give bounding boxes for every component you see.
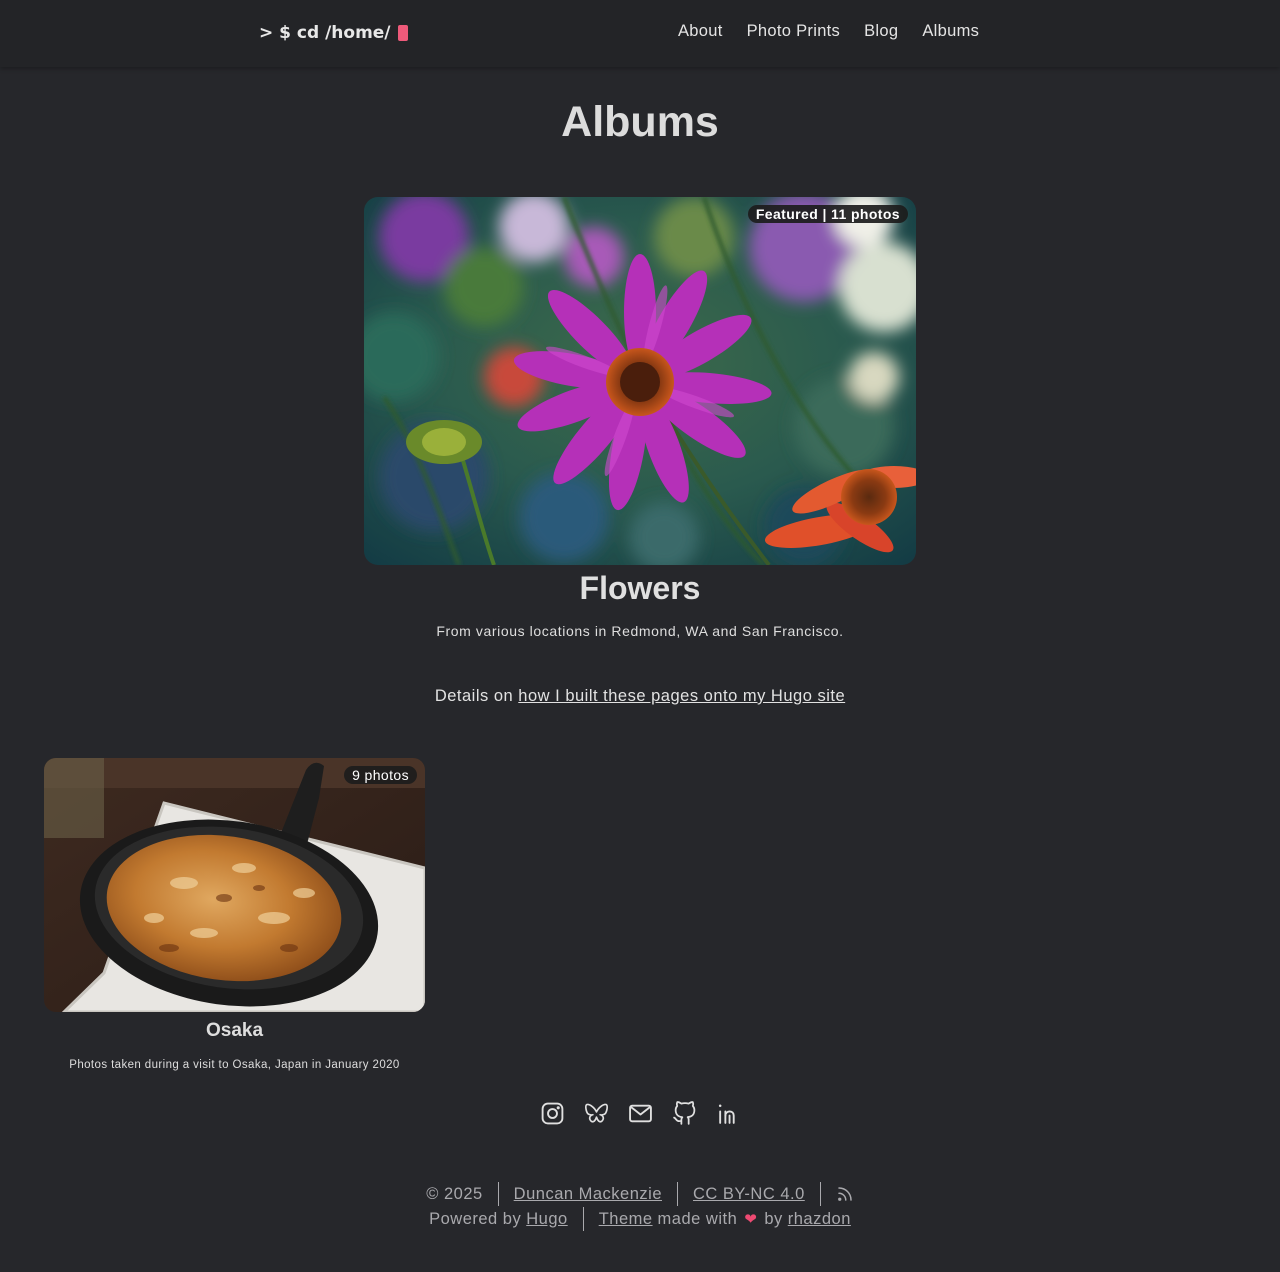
album-description-osaka: Photos taken during a visit to Osaka, Ja… (69, 1059, 400, 1071)
featured-album-title[interactable]: Flowers (0, 570, 1280, 607)
site-header: > $ cd /home/ About Photo Prints Blog Al… (0, 0, 1280, 67)
featured-album-description: From various locations in Redmond, WA an… (436, 623, 844, 639)
cursor-block-icon (397, 25, 408, 41)
social-links (540, 1101, 741, 1126)
footer-by: by (764, 1209, 783, 1228)
footer-credits-line: Powered by Hugo Theme made with ❤ by rha… (0, 1207, 1280, 1231)
album-title-osaka[interactable]: Osaka (44, 1020, 425, 1042)
linkedin-icon[interactable] (716, 1101, 741, 1126)
footer-hugo-link[interactable]: Hugo (526, 1210, 567, 1229)
footer-copyright-line: © 2025 Duncan Mackenzie CC BY-NC 4.0 (0, 1182, 1280, 1206)
featured-photo-count-badge: Featured | 11 photos (747, 205, 908, 223)
nav-link-about[interactable]: About (678, 22, 723, 41)
rss-icon[interactable] (836, 1185, 854, 1203)
album-card-osaka[interactable]: 9 photos (44, 758, 425, 1012)
footer-license-link[interactable]: CC BY-NC 4.0 (693, 1185, 805, 1204)
heart-icon: ❤ (744, 1211, 758, 1228)
footer-divider (677, 1182, 678, 1206)
details-prefix: Details on (434, 687, 514, 705)
bluesky-butterfly-icon[interactable] (584, 1101, 609, 1126)
details-link[interactable]: how I built these pages onto my Hugo sit… (518, 687, 845, 705)
nav-link-photo-prints[interactable]: Photo Prints (747, 22, 840, 41)
main-nav: About Photo Prints Blog Albums (678, 22, 979, 41)
footer-divider (582, 1207, 584, 1231)
footer-made-with: made with (657, 1209, 738, 1228)
flower-photo (364, 197, 916, 565)
featured-album-card[interactable]: Featured | 11 photos (364, 197, 916, 565)
footer-copyright: © 2025 (426, 1184, 483, 1203)
footer-theme-author-link[interactable]: rhazdon (788, 1210, 851, 1229)
details-text: Details on how I built these pages onto … (0, 687, 1280, 706)
footer-author-link[interactable]: Duncan Mackenzie (514, 1185, 662, 1204)
footer-powered-by: Powered by (429, 1209, 522, 1228)
osaka-photo (44, 758, 425, 1012)
github-icon[interactable] (672, 1101, 697, 1126)
page-title: Albums (561, 98, 719, 146)
album-photo-count-badge: 9 photos (344, 766, 417, 784)
footer-divider (497, 1182, 499, 1206)
logo-text: > $ cd /home/ (259, 23, 391, 43)
mail-icon[interactable] (628, 1101, 653, 1126)
nav-link-blog[interactable]: Blog (864, 22, 898, 41)
site-logo[interactable]: > $ cd /home/ (259, 21, 408, 45)
nav-link-albums[interactable]: Albums (922, 22, 979, 41)
footer-theme-link[interactable]: Theme (599, 1210, 653, 1229)
instagram-icon[interactable] (540, 1101, 565, 1126)
footer-divider (819, 1182, 821, 1206)
